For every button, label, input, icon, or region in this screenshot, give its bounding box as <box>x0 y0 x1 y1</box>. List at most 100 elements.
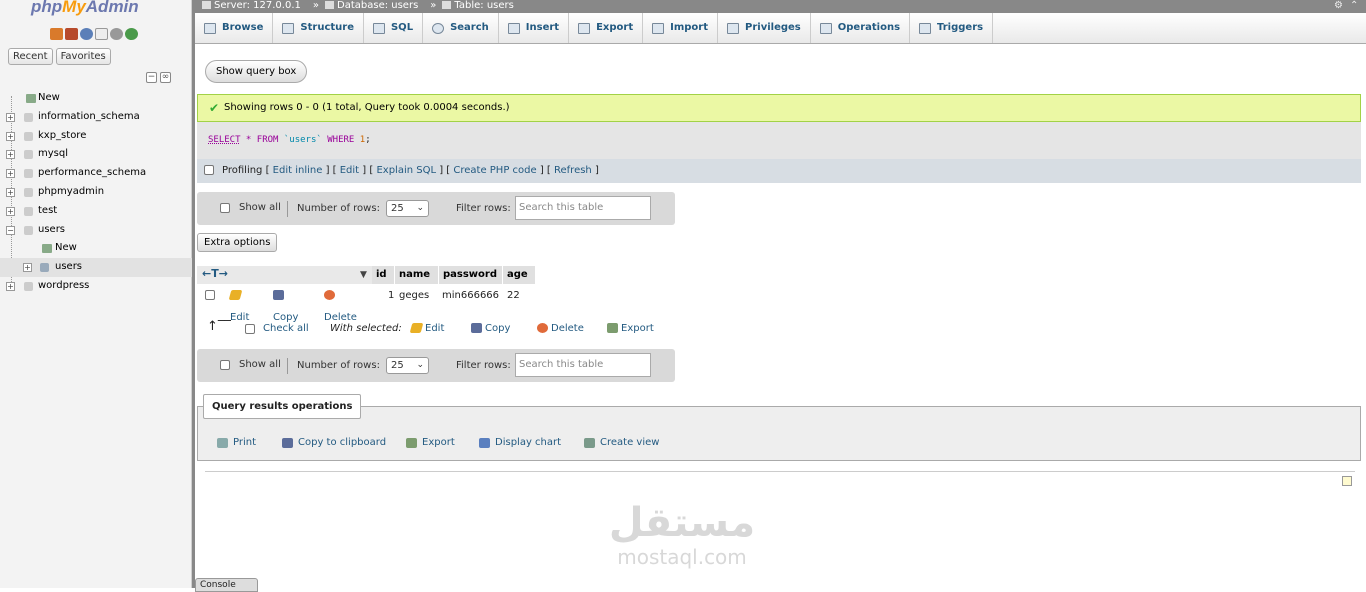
nav-resizer[interactable] <box>192 0 195 588</box>
docs-icon[interactable] <box>95 28 108 40</box>
bulk-copy-button[interactable]: Copy <box>471 318 510 340</box>
breadcrumb: Server: 127.0.0.1» Database: users» Table:… <box>195 0 1366 13</box>
cell-password[interactable]: min666666 <box>442 285 499 307</box>
bulk-delete-button[interactable]: Delete <box>537 318 584 340</box>
server-icon <box>202 1 211 9</box>
settings-icon[interactable] <box>110 28 123 40</box>
triggers-icon <box>919 22 932 34</box>
show-all-checkbox[interactable] <box>220 203 230 213</box>
bulk-export-button[interactable]: Export <box>607 318 654 340</box>
refresh-link[interactable]: Refresh <box>554 165 592 176</box>
tab-structure[interactable]: Structure <box>273 13 364 43</box>
collapse-up-icon[interactable]: ⌃ <box>1350 0 1360 11</box>
expand-icon[interactable]: + <box>6 112 15 122</box>
tree-item-users-new-table[interactable]: New <box>0 239 192 258</box>
sort-dropdown-icon[interactable]: ▼ <box>360 266 367 284</box>
search-icon <box>432 22 445 34</box>
bookmark-icon[interactable] <box>1342 476 1352 486</box>
bulk-edit-button[interactable]: Edit <box>409 318 444 340</box>
gear-icon[interactable]: ⚙ <box>1334 0 1344 11</box>
display-chart-button[interactable]: Display chart <box>471 432 570 454</box>
console-tab[interactable]: Console <box>195 578 258 592</box>
tab-search[interactable]: Search <box>423 13 499 43</box>
expand-icon[interactable]: + <box>6 187 15 197</box>
create-view-button[interactable]: Create view <box>576 432 668 454</box>
tree-item-users[interactable]: − users <box>0 221 192 240</box>
cell-name[interactable]: geges <box>399 285 429 307</box>
tree-item-mysql[interactable]: + mysql <box>0 145 192 164</box>
tree-item-performance-schema[interactable]: + performance_schema <box>0 164 192 183</box>
help-icon[interactable] <box>80 28 93 40</box>
export-button[interactable]: Export <box>398 432 464 454</box>
show-all-checkbox[interactable] <box>220 360 230 370</box>
rows-per-page-select[interactable]: 25 ⌄ <box>386 357 429 374</box>
collapse-all-icon[interactable]: − <box>146 72 157 83</box>
favorites-tab[interactable]: Favorites <box>55 48 111 65</box>
tree-item-users-table[interactable]: + users <box>0 258 192 277</box>
home-icon[interactable] <box>50 28 63 40</box>
tab-privileges[interactable]: Privileges <box>718 13 811 43</box>
show-query-box-button[interactable]: Show query box <box>205 60 308 83</box>
recent-tab[interactable]: Recent <box>8 48 53 65</box>
row-checkbox[interactable] <box>205 290 215 300</box>
row-edit-link[interactable]: Edit <box>228 285 249 323</box>
copy-to-clipboard-button[interactable]: Copy to clipboard <box>274 432 395 454</box>
tab-export[interactable]: Export <box>569 13 644 43</box>
expand-icon[interactable]: + <box>6 131 15 141</box>
edit-inline-link[interactable]: Edit inline <box>273 165 323 176</box>
expand-icon[interactable]: + <box>6 150 15 160</box>
tree-item-kxp-store[interactable]: + kxp_store <box>0 127 192 146</box>
create-php-code-link[interactable]: Create PHP code <box>453 165 536 176</box>
view-icon <box>584 438 595 448</box>
column-header-id[interactable]: id <box>372 266 394 284</box>
tab-import[interactable]: Import <box>643 13 718 43</box>
database-icon <box>24 150 33 160</box>
profiling-checkbox[interactable] <box>204 165 214 175</box>
link-with-main-icon[interactable]: ∞ <box>160 72 171 83</box>
tree-item-information-schema[interactable]: + information_schema <box>0 108 192 127</box>
tab-triggers[interactable]: Triggers <box>910 13 994 43</box>
column-header-age[interactable]: age <box>503 266 535 284</box>
cell-age[interactable]: 22 <box>507 285 520 307</box>
expand-icon[interactable]: + <box>23 263 32 273</box>
chevron-down-icon: ⌄ <box>416 203 424 213</box>
reload-icon[interactable] <box>125 28 138 40</box>
expand-icon[interactable]: + <box>6 206 15 216</box>
phpmyadmin-logo[interactable]: phpMyAdmin <box>31 0 139 17</box>
filter-rows-input[interactable]: Search this table <box>515 196 651 220</box>
tree-item-test[interactable]: + test <box>0 202 192 221</box>
expand-icon[interactable]: + <box>6 281 15 291</box>
sql-icon <box>372 22 385 34</box>
rows-per-page-select[interactable]: 25 ⌄ <box>386 200 429 217</box>
tree-item-wordpress[interactable]: + wordpress <box>0 277 192 296</box>
tree-item-phpmyadmin[interactable]: + phpmyadmin <box>0 183 192 202</box>
tab-browse[interactable]: Browse <box>195 13 274 43</box>
expand-icon[interactable]: + <box>6 169 15 179</box>
collapse-icon[interactable]: − <box>6 225 15 235</box>
breadcrumb-server[interactable]: Server: 127.0.0.1 <box>202 0 301 11</box>
tab-insert[interactable]: Insert <box>499 13 570 43</box>
check-all-label[interactable]: Check all <box>263 318 309 340</box>
column-header-password[interactable]: password <box>439 266 502 284</box>
arrow-up-icon: ↑‾‾ <box>207 319 231 334</box>
filter-rows-input[interactable]: Search this table <box>515 353 651 377</box>
breadcrumb-table[interactable]: Table: users <box>442 0 514 11</box>
table-icon <box>40 263 49 273</box>
tree-item-new[interactable]: New <box>0 89 192 108</box>
copy-icon <box>282 438 293 448</box>
check-all-checkbox[interactable] <box>245 324 255 334</box>
edit-link[interactable]: Edit <box>340 165 359 176</box>
column-header-name[interactable]: name <box>395 266 438 284</box>
tab-sql[interactable]: SQL <box>364 13 424 43</box>
row-copy-link[interactable]: Copy <box>273 285 298 323</box>
logout-icon[interactable] <box>65 28 78 40</box>
row-delete-link[interactable]: Delete <box>324 285 357 323</box>
extra-options-button[interactable]: Extra options <box>197 233 278 252</box>
breadcrumb-database[interactable]: Database: users <box>325 0 418 11</box>
explain-sql-link[interactable]: Explain SQL <box>376 165 436 176</box>
column-arrows-icon[interactable]: ←T→ <box>202 265 228 283</box>
print-button[interactable]: Print <box>209 432 265 454</box>
cell-id[interactable]: 1 <box>388 285 394 307</box>
copy-icon <box>273 290 284 300</box>
tab-operations[interactable]: Operations <box>811 13 911 43</box>
